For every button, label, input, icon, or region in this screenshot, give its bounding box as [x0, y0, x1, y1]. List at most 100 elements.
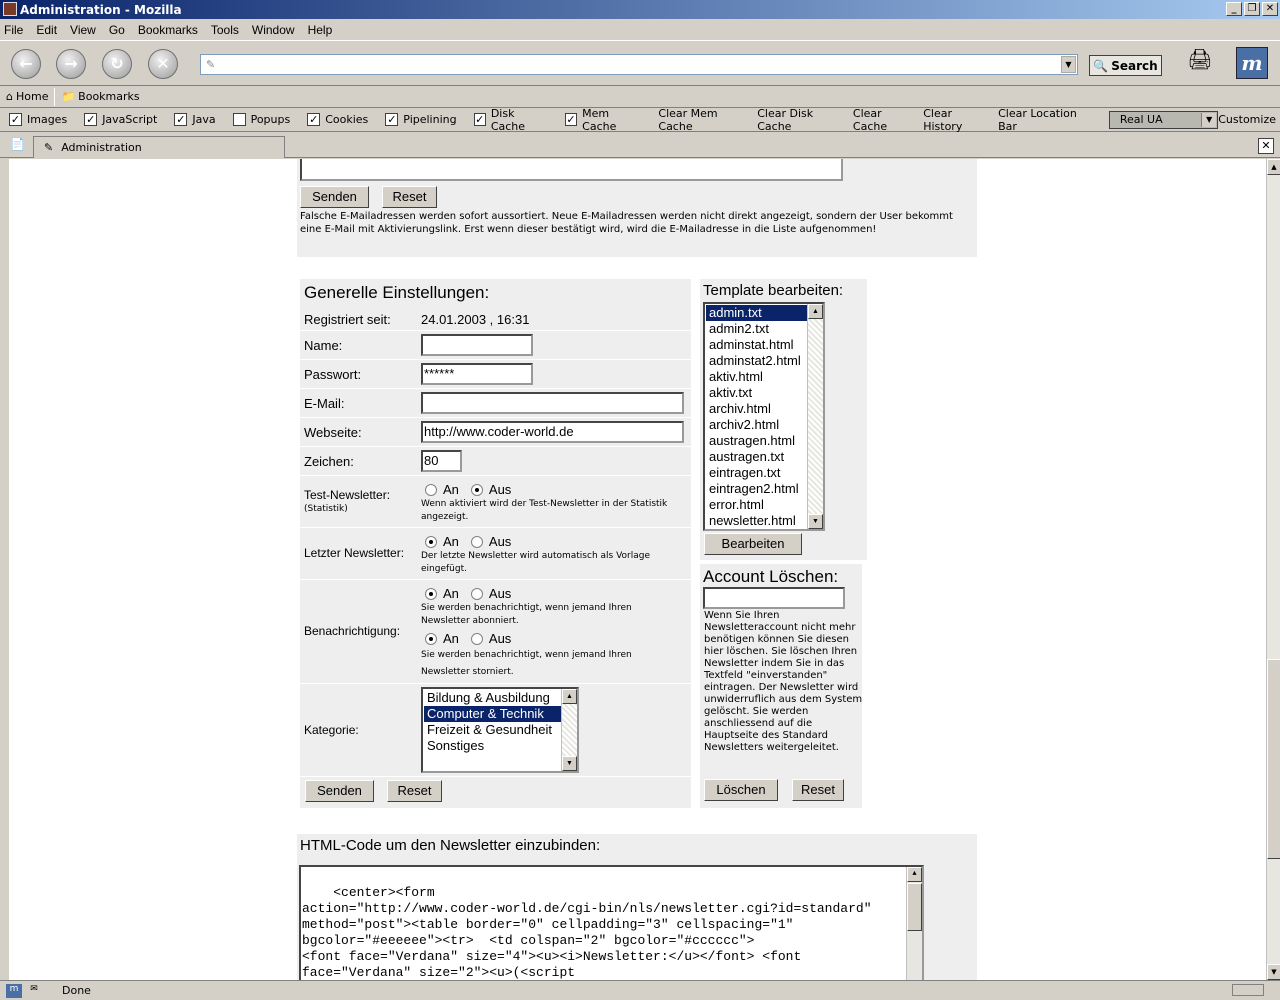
menu-edit[interactable]: Edit: [36, 23, 57, 37]
user-agent-select[interactable]: Real UA ▼: [1108, 110, 1219, 129]
template-option-selected[interactable]: admin.txt: [706, 305, 809, 321]
close-tab-icon[interactable]: ✕: [1258, 138, 1274, 154]
last-on-radio[interactable]: [425, 535, 437, 548]
chars-field[interactable]: 80: [421, 450, 462, 472]
template-option[interactable]: aktiv.txt: [706, 385, 822, 401]
category-option[interactable]: Freizeit & Gesundheit: [424, 722, 577, 738]
checkbox-box[interactable]: ✓: [307, 113, 321, 126]
menu-tools[interactable]: Tools: [211, 23, 239, 37]
sidebar-grippy[interactable]: [0, 159, 9, 980]
checkbox-box[interactable]: ✓: [9, 113, 22, 126]
checkbox-box[interactable]: ✓: [174, 113, 188, 126]
website-field[interactable]: http://www.coder-world.de: [421, 421, 684, 443]
customize-button[interactable]: Customize: [1218, 113, 1276, 126]
page-scrollbar[interactable]: ▲ ▼: [1266, 159, 1280, 980]
menu-bookmarks[interactable]: Bookmarks: [138, 23, 198, 37]
clear-cache-button[interactable]: Clear Cache: [853, 107, 915, 133]
mozilla-icon[interactable]: m: [6, 983, 22, 998]
edit-template-button[interactable]: Bearbeiten: [704, 533, 802, 555]
url-dropdown-icon[interactable]: ▼: [1061, 56, 1076, 73]
password-field[interactable]: ******: [421, 363, 533, 385]
template-option[interactable]: eintragen.txt: [706, 465, 822, 481]
scroll-down-icon[interactable]: ▼: [1267, 964, 1280, 980]
scroll-up-icon[interactable]: ▲: [1267, 159, 1280, 175]
name-field[interactable]: [421, 334, 533, 356]
template-option[interactable]: admin2.txt: [706, 321, 822, 337]
scroll-up-icon[interactable]: ▲: [562, 689, 577, 704]
clear-history-button[interactable]: Clear History: [923, 107, 990, 133]
scroll-thumb[interactable]: [1267, 659, 1280, 859]
forward-arrow-icon[interactable]: →: [56, 49, 86, 79]
notify-cancel-on-radio[interactable]: [425, 632, 437, 645]
clear-location-bar-button[interactable]: Clear Location Bar: [998, 107, 1093, 133]
restore-button[interactable]: ❐: [1244, 2, 1260, 16]
code-scrollbar[interactable]: ▲: [906, 867, 922, 980]
javascript-checkbox[interactable]: ✓ JavaScript: [84, 113, 157, 126]
template-option[interactable]: archiv2.html: [706, 417, 822, 433]
stop-icon[interactable]: ✕: [148, 49, 178, 79]
test-off-radio[interactable]: [470, 483, 483, 496]
pipelining-checkbox[interactable]: ✓ Pipelining: [385, 113, 457, 126]
minimize-button[interactable]: _: [1226, 2, 1242, 16]
disk-cache-checkbox[interactable]: ✓ Disk Cache: [473, 107, 548, 133]
notify-sub-off-radio[interactable]: [470, 587, 483, 600]
test-on-radio[interactable]: [425, 483, 437, 496]
images-checkbox[interactable]: ✓ Images: [9, 113, 67, 126]
template-option[interactable]: eintragen2.html: [706, 481, 822, 497]
scroll-up-icon[interactable]: ▲: [808, 304, 823, 319]
checkbox-box[interactable]: ✓: [84, 113, 98, 126]
popups-checkbox[interactable]: Popups: [232, 113, 290, 126]
notify-cancel-off-radio[interactable]: [470, 632, 483, 645]
menu-view[interactable]: View: [70, 23, 96, 37]
address-textarea[interactable]: [300, 159, 843, 181]
template-option[interactable]: aktiv.html: [706, 369, 822, 385]
close-window-button[interactable]: ✕: [1262, 2, 1278, 16]
cookies-checkbox[interactable]: ✓ Cookies: [307, 113, 368, 126]
category-option[interactable]: Sonstiges: [424, 738, 577, 754]
last-off-radio[interactable]: [470, 535, 483, 548]
checkbox-box[interactable]: ✓: [564, 113, 578, 126]
template-option[interactable]: archiv.html: [706, 401, 822, 417]
reload-icon[interactable]: ↻: [102, 49, 132, 79]
template-option[interactable]: adminstat2.html: [706, 353, 822, 369]
online-status-icon[interactable]: ✉: [26, 983, 42, 998]
clear-mem-cache-button[interactable]: Clear Mem Cache: [658, 107, 749, 133]
bookmarks-button[interactable]: 📁 Bookmarks: [55, 90, 145, 103]
template-option[interactable]: newsletter.html: [706, 513, 822, 529]
template-listbox[interactable]: admin.txt admin2.txt adminstat.html admi…: [703, 302, 825, 531]
scroll-thumb[interactable]: [907, 883, 922, 931]
template-option[interactable]: adminstat.html: [706, 337, 822, 353]
checkbox-box[interactable]: [232, 113, 246, 126]
template-option[interactable]: austragen.txt: [706, 449, 822, 465]
menu-help[interactable]: Help: [308, 23, 333, 37]
category-scrollbar[interactable]: ▲ ▼: [561, 689, 577, 771]
url-input[interactable]: ✎ ▼: [200, 54, 1078, 75]
scroll-down-icon[interactable]: ▼: [808, 514, 823, 529]
chevron-down-icon[interactable]: ▼: [1201, 112, 1217, 127]
menu-window[interactable]: Window: [252, 23, 295, 37]
general-send-button[interactable]: Senden: [305, 780, 374, 802]
general-reset-button[interactable]: Reset: [387, 780, 442, 802]
top-send-button[interactable]: Senden: [300, 186, 369, 208]
new-tab-icon[interactable]: 📄: [10, 137, 28, 155]
notify-sub-on-radio[interactable]: [425, 587, 437, 600]
scroll-up-icon[interactable]: ▲: [907, 867, 922, 882]
html-code-textarea[interactable]: <center><form action="http://www.coder-w…: [299, 865, 924, 980]
print-icon[interactable]: 🖨: [1185, 47, 1215, 73]
clear-disk-cache-button[interactable]: Clear Disk Cache: [757, 107, 845, 133]
template-option[interactable]: error.html: [706, 497, 822, 513]
category-option[interactable]: Bildung & Ausbildung: [424, 690, 577, 706]
back-arrow-icon[interactable]: ←: [11, 49, 41, 79]
checkbox-box[interactable]: ✓: [473, 113, 486, 126]
category-option-selected[interactable]: Computer & Technik: [424, 706, 563, 722]
category-listbox[interactable]: Bildung & Ausbildung Computer & Technik …: [421, 687, 579, 773]
template-option[interactable]: austragen.html: [706, 433, 822, 449]
home-button[interactable]: ⌂ Home: [0, 90, 54, 103]
tab-administration[interactable]: ✎ Administration: [33, 136, 285, 158]
email-field[interactable]: [421, 392, 684, 414]
account-reset-button[interactable]: Reset: [792, 779, 844, 801]
scroll-down-icon[interactable]: ▼: [562, 756, 577, 771]
search-button[interactable]: 🔍 Search: [1089, 55, 1162, 76]
menu-go[interactable]: Go: [109, 23, 125, 37]
top-reset-button[interactable]: Reset: [382, 186, 437, 208]
